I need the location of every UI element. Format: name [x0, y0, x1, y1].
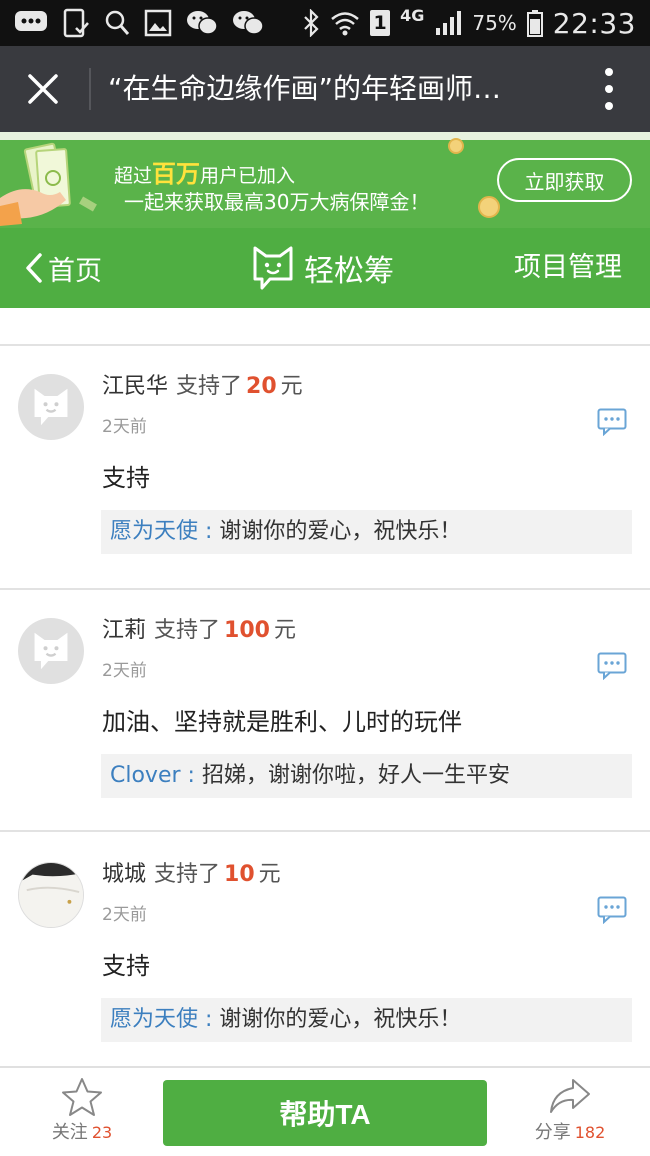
reply-box: Clover : 招娣，谢谢你啦，好人一生平安	[101, 754, 632, 798]
share-button[interactable]: 分享 182	[526, 1076, 614, 1152]
app-nav-bar: 首页 轻松筹 项目管理	[0, 228, 650, 308]
supporter-name: 江民华	[102, 374, 169, 399]
banner-headline: 超过百万用户已加入	[114, 160, 296, 188]
comment-text: 支持	[102, 464, 150, 492]
share-count: 182	[574, 1123, 606, 1142]
money-hand-icon	[0, 142, 97, 226]
support-amount: 10	[224, 862, 255, 887]
comment-text: 加油、坚持就是胜利、儿时的玩伴	[102, 708, 462, 736]
status-bar: 1 4G 75% 22:33	[0, 0, 650, 46]
page-title: “在生命边缘作画”的年轻画师…	[108, 72, 502, 105]
more-dots-icon	[605, 68, 613, 76]
reply-box: 愿为天使 : 谢谢你的爱心，祝快乐！	[101, 998, 632, 1042]
chevron-left-icon	[26, 253, 42, 283]
wechat-icon	[186, 9, 218, 37]
home-label: 首页	[48, 255, 102, 287]
bluetooth-icon	[302, 9, 320, 37]
comment-icon	[597, 896, 627, 925]
help-ta-button[interactable]: 帮助TA	[163, 1080, 487, 1146]
search-icon	[104, 9, 130, 37]
divider	[0, 830, 650, 832]
clock: 22:33	[552, 6, 636, 40]
close-button[interactable]	[24, 70, 62, 108]
notification-icons	[14, 6, 264, 40]
project-manage-link[interactable]: 项目管理	[514, 246, 622, 290]
banner-subline: 一起来获取最高30万大病保障金！	[124, 190, 430, 214]
coin-decoration	[448, 138, 464, 154]
app-logo: 轻松筹	[252, 242, 394, 294]
reply-button[interactable]	[597, 652, 627, 681]
message-icon	[14, 10, 48, 36]
comment-text: 支持	[102, 952, 150, 980]
image-icon	[144, 9, 172, 37]
reply-button[interactable]	[597, 896, 627, 925]
avatar[interactable]	[18, 862, 84, 928]
signal-icon	[434, 10, 462, 36]
default-avatar-icon	[34, 388, 68, 426]
coin-decoration	[478, 196, 500, 218]
follow-button[interactable]: 关注 23	[44, 1076, 120, 1152]
reply-text: 招娣，谢谢你啦，好人一生平安	[201, 763, 510, 788]
comment-time: 2天前	[102, 417, 147, 437]
cat-logo-icon	[253, 246, 293, 290]
supporter-line: 江莉 支持了 100 元	[102, 618, 296, 643]
comment-item: 城城 支持了 10 元 2天前 支持 愿为天使 : 谢谢你的爱心，祝快乐！	[0, 834, 650, 1066]
wechat-icon	[232, 9, 264, 37]
replier-name[interactable]: 愿为天使	[110, 519, 198, 544]
follow-label: 关注	[51, 1122, 88, 1143]
logo-text: 轻松筹	[304, 254, 394, 289]
reply-button[interactable]	[597, 408, 627, 437]
more-menu-button[interactable]	[604, 68, 614, 110]
title-divider	[89, 68, 91, 110]
webview-title-bar: “在生命边缘作画”的年轻画师…	[0, 46, 650, 132]
comment-time: 2天前	[102, 905, 147, 925]
avatar[interactable]	[18, 618, 84, 684]
avatar[interactable]	[18, 374, 84, 440]
replier-name[interactable]: Clover	[110, 763, 181, 788]
battery-icon	[526, 9, 543, 37]
comment-icon	[597, 652, 627, 681]
supporter-name: 江莉	[102, 618, 147, 643]
system-status: 1 4G 75% 22:33	[302, 4, 636, 42]
wifi-icon	[330, 10, 360, 36]
share-label: 分享	[534, 1122, 571, 1143]
star-icon	[62, 1078, 102, 1116]
replier-name[interactable]: 愿为天使	[110, 1007, 198, 1032]
get-now-button[interactable]: 立即获取	[497, 158, 632, 202]
comment-icon	[597, 408, 627, 437]
promo-banner[interactable]: 超过百万用户已加入 一起来获取最高30万大病保障金！ 立即获取	[0, 132, 650, 228]
comment-item: 江莉 支持了 100 元 2天前 加油、坚持就是胜利、儿时的玩伴 Clover : 招…	[0, 590, 650, 832]
bottom-action-bar: 关注 23 帮助TA 分享 182	[0, 1066, 650, 1156]
comment-time: 2天前	[102, 661, 147, 681]
battery-percent: 75%	[472, 11, 517, 35]
network-type: 4G	[400, 5, 425, 25]
follow-count: 23	[91, 1123, 113, 1142]
sim-indicator: 1	[370, 10, 391, 36]
supporter-name: 城城	[102, 862, 147, 887]
phone-check-icon	[62, 8, 90, 38]
reply-box: 愿为天使 : 谢谢你的爱心，祝快乐！	[101, 510, 632, 554]
support-amount: 20	[246, 374, 277, 399]
support-amount: 100	[224, 618, 270, 643]
close-icon	[28, 74, 58, 104]
user-photo-avatar	[19, 863, 83, 927]
default-avatar-icon	[34, 632, 68, 670]
banner-highlight: 百万	[152, 160, 201, 188]
share-arrow-icon	[550, 1079, 590, 1113]
supporter-line: 江民华 支持了 20 元	[102, 374, 303, 399]
home-back-button[interactable]: 首页	[24, 246, 102, 290]
reply-text: 谢谢你的爱心，祝快乐！	[219, 519, 462, 544]
reply-text: 谢谢你的爱心，祝快乐！	[219, 1007, 462, 1032]
supporter-line: 城城 支持了 10 元	[102, 862, 281, 887]
comment-item: 江民华 支持了 20 元 2天前 支持 愿为天使 : 谢谢你的爱心，祝快乐！	[0, 346, 650, 588]
